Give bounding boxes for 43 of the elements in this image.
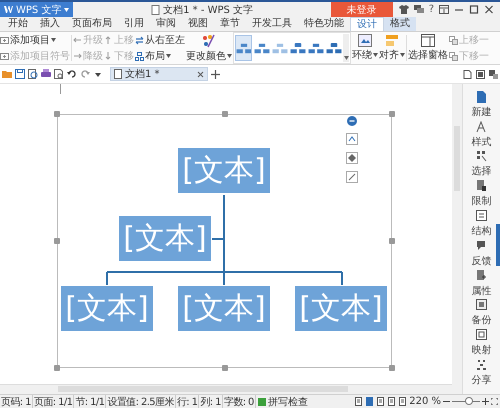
ribbon-tab[interactable]: 设计 bbox=[350, 17, 384, 31]
ribbon-tab[interactable]: 特色功能 bbox=[298, 17, 350, 31]
login-button[interactable]: 未登录 bbox=[330, 2, 393, 17]
selection-pane-button[interactable]: 选择窗格 bbox=[408, 32, 448, 64]
sidebar-item[interactable]: 选择 bbox=[472, 150, 492, 178]
ribbon-tab[interactable]: 视图 bbox=[182, 17, 214, 31]
window-title: 文档1 * - WPS 文字 bbox=[163, 4, 254, 16]
sidebar-item[interactable]: 属性 bbox=[472, 270, 492, 298]
sidebar-item[interactable]: 结构 bbox=[472, 210, 492, 238]
wrap-button[interactable]: 环绕 bbox=[352, 32, 378, 64]
sidebar-item[interactable]: 样式 bbox=[472, 120, 492, 149]
ribbon-tab[interactable]: 开发工具 bbox=[246, 17, 298, 31]
align-button[interactable]: 对齐 bbox=[379, 32, 405, 64]
status-text: 节: 1/1 bbox=[74, 394, 106, 408]
document-tab[interactable]: 文档1 * bbox=[110, 67, 208, 81]
sidebar-item[interactable]: 反馈 bbox=[472, 240, 492, 268]
ribbon-button[interactable]: 从右至左 bbox=[135, 34, 185, 46]
sidebar-item[interactable]: 新建 bbox=[472, 90, 492, 119]
ribbon-tab[interactable]: 格式 bbox=[384, 17, 416, 31]
status-text: 页面: 1/1 bbox=[32, 394, 74, 408]
document-tab-label: 文档1 * bbox=[125, 68, 161, 81]
status-text: 页码: 1 bbox=[0, 394, 33, 408]
status-text: 列: 1 bbox=[199, 394, 223, 408]
ribbon-button[interactable]: 添加项目 bbox=[0, 34, 70, 46]
ribbon-tab[interactable]: 插入 bbox=[34, 17, 66, 31]
status-text: 字数: 0 bbox=[222, 394, 256, 408]
ribbon-tab[interactable]: 引用 bbox=[118, 17, 150, 31]
sidebar-item[interactable]: 分享 bbox=[472, 359, 492, 388]
sidebar-item[interactable]: 备份 bbox=[472, 299, 492, 328]
status-text: 设置值: 2.5厘米 bbox=[106, 394, 176, 408]
ribbon-tab[interactable]: 审阅 bbox=[150, 17, 182, 31]
app-menu-button[interactable]: WPS 文字 bbox=[0, 2, 74, 17]
ribbon-tab[interactable]: 开始 bbox=[2, 17, 34, 31]
ribbon-button[interactable]: 布局 bbox=[135, 50, 185, 62]
ribbon-tab[interactable]: 章节 bbox=[214, 17, 246, 31]
help-button[interactable]: ? bbox=[428, 4, 434, 15]
sidebar-item[interactable]: 映射 bbox=[472, 329, 492, 358]
ribbon-tab[interactable]: 页面布局 bbox=[66, 17, 118, 31]
change-colors-button[interactable]: 更改颜色 bbox=[186, 32, 232, 64]
zoom-level: 220 % bbox=[409, 396, 441, 407]
spell-check-button[interactable]: 拼写检查 bbox=[256, 394, 310, 408]
sidebar-item[interactable]: 限制 bbox=[472, 180, 492, 208]
status-text: 行: 1 bbox=[176, 394, 200, 408]
